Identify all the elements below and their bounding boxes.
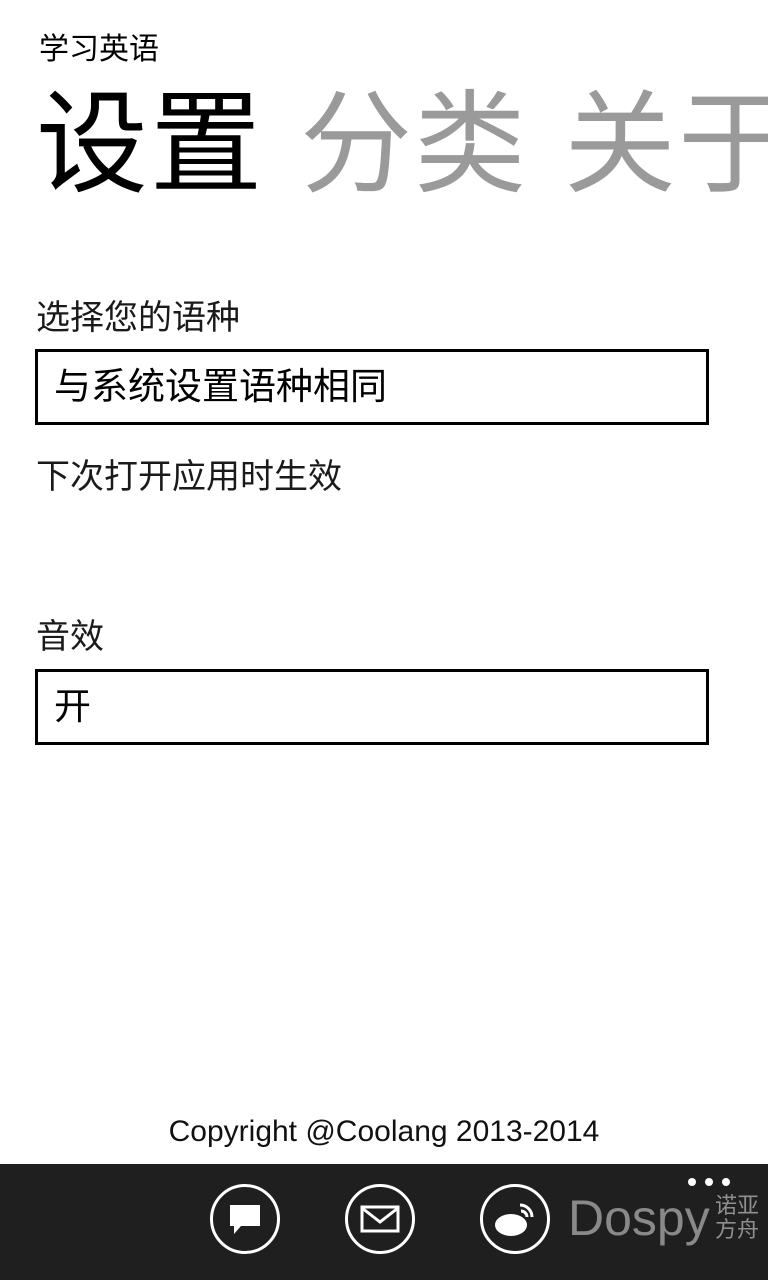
copyright-text: Copyright @Coolang 2013-2014: [168, 1115, 600, 1148]
mail-button[interactable]: [345, 1184, 415, 1254]
sound-picker[interactable]: 开: [35, 669, 709, 745]
tab-categories[interactable]: 分类: [300, 70, 528, 220]
tab-about[interactable]: 关于: [564, 70, 768, 220]
weibo-icon: [495, 1203, 534, 1236]
mail-icon: [360, 1205, 400, 1233]
tab-settings[interactable]: 设置: [36, 70, 264, 220]
language-label: 选择您的语种: [36, 298, 240, 338]
weibo-button[interactable]: [480, 1184, 550, 1254]
language-picker[interactable]: 与系统设置语种相同: [35, 349, 709, 425]
language-hint: 下次打开应用时生效: [36, 457, 342, 497]
dospy-watermark: Dospy: [568, 1190, 710, 1246]
ellipsis-icon[interactable]: [688, 1178, 730, 1190]
app-title: 学习英语: [39, 32, 159, 67]
sound-label: 音效: [36, 617, 104, 657]
language-picker-value: 与系统设置语种相同: [54, 365, 387, 408]
dospy-watermark-subtitle: 诺亚方舟: [715, 1194, 760, 1243]
pivot-header: 设置 分类 关于: [36, 70, 768, 220]
comment-icon: [230, 1205, 260, 1234]
comment-button[interactable]: [210, 1184, 280, 1254]
sound-picker-value: 开: [54, 685, 91, 728]
